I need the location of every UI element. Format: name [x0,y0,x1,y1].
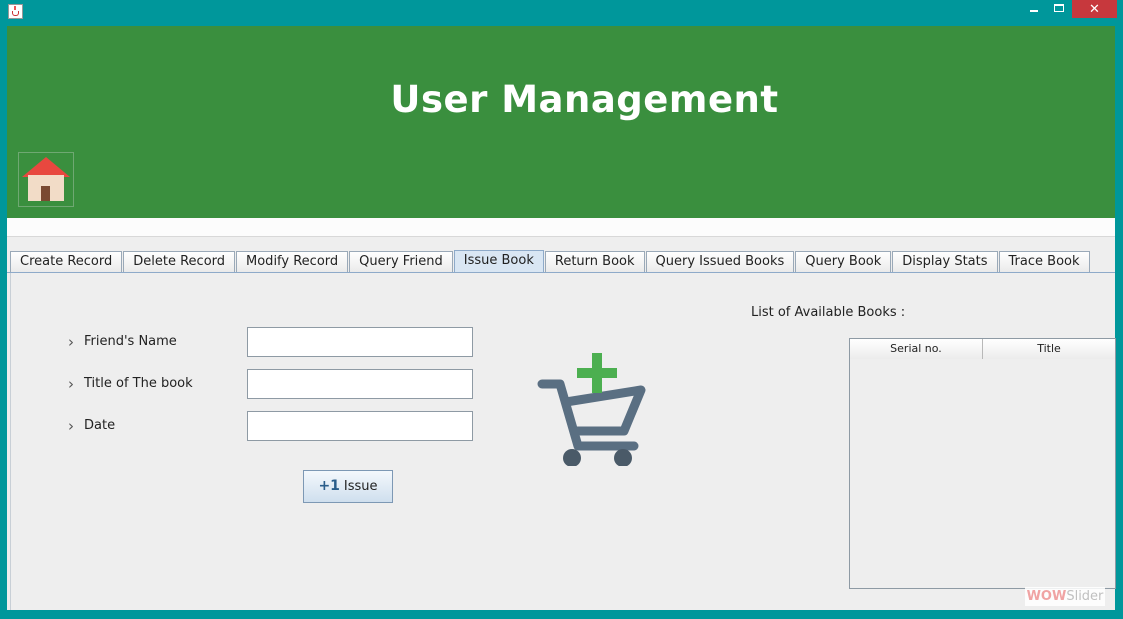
column-title[interactable]: Title [983,339,1115,359]
close-icon: ✕ [1089,2,1100,17]
tab-display-stats[interactable]: Display Stats [892,251,998,272]
java-app-icon [8,4,23,19]
main-window: User Management Create Record Delete Rec… [7,26,1116,610]
issue-button-label: Issue [343,479,378,494]
friend-name-input[interactable] [247,327,473,357]
tab-modify-record[interactable]: Modify Record [236,251,349,272]
tab-strip: Create Record Delete Record Modify Recor… [10,250,1091,273]
tab-issue-book[interactable]: Issue Book [453,250,544,273]
tab-query-book[interactable]: Query Book [795,251,892,272]
page-title: User Management [390,78,779,121]
plus-one-icon: +1 [318,478,340,494]
home-icon [22,157,70,177]
tab-trace-book[interactable]: Trace Book [998,251,1090,272]
tab-return-book[interactable]: Return Book [544,251,645,272]
table-header: Serial no. Title [850,339,1115,359]
issue-button[interactable]: +1 Issue [303,470,393,503]
chevron-right-icon: › [68,333,74,351]
chevron-right-icon: › [68,417,74,435]
available-books-heading: List of Available Books : [751,305,906,320]
maximize-button[interactable] [1047,0,1071,18]
book-title-input[interactable] [247,369,473,399]
tab-query-friend[interactable]: Query Friend [349,251,453,272]
date-input[interactable] [247,411,473,441]
wowslider-watermark: WOWSlider [1025,587,1105,606]
separator-line [7,236,1115,237]
header-banner: User Management [7,26,1115,218]
tab-delete-record[interactable]: Delete Record [123,251,236,272]
issue-book-panel: › Friend's Name › Title of The book › Da… [10,273,1116,610]
minimize-icon [1030,10,1038,12]
close-button[interactable]: ✕ [1072,0,1117,18]
available-books-table[interactable]: Serial no. Title [849,338,1116,589]
chevron-right-icon: › [68,375,74,393]
column-serial-no[interactable]: Serial no. [850,339,983,359]
header-separator [7,218,1115,236]
maximize-icon [1054,4,1064,12]
add-to-cart-icon [537,353,646,466]
home-button[interactable] [18,152,74,207]
tab-query-issued-books[interactable]: Query Issued Books [645,251,795,272]
title-bar: ✕ [0,0,1123,24]
minimize-button[interactable] [1022,0,1046,18]
tab-create-record[interactable]: Create Record [10,251,123,272]
